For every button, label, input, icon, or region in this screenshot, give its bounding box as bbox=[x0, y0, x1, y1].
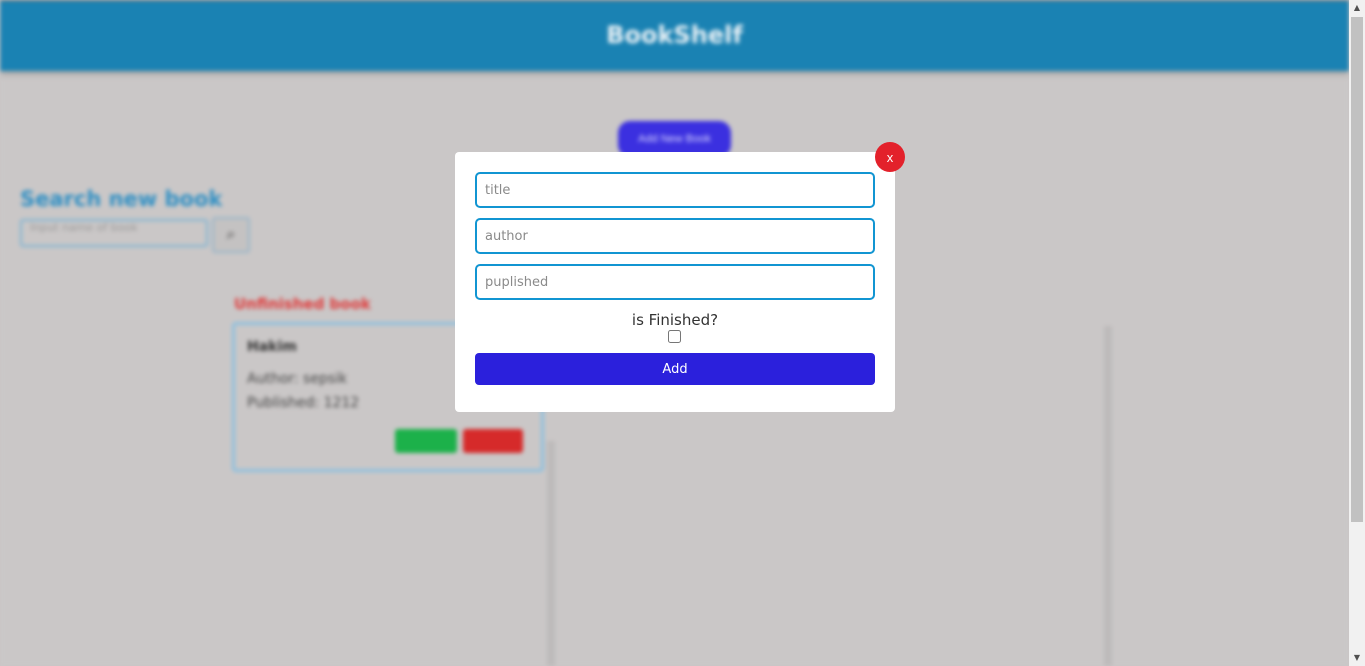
scroll-up-icon[interactable]: ▲ bbox=[1349, 0, 1365, 16]
add-book-modal: is Finished? Add bbox=[455, 152, 895, 412]
mark-finished-button[interactable] bbox=[395, 429, 457, 453]
book-published: Published: 1212 bbox=[247, 395, 360, 411]
published-input[interactable] bbox=[475, 264, 875, 300]
book-author: Author: sepsik bbox=[247, 371, 348, 387]
search-input[interactable]: Input name of book bbox=[20, 219, 208, 247]
book-title: Hakim bbox=[247, 339, 297, 355]
scroll-down-icon[interactable]: ▼ bbox=[1349, 650, 1365, 666]
delete-book-button[interactable] bbox=[463, 429, 523, 453]
add-button[interactable]: Add bbox=[475, 353, 875, 385]
author-input[interactable] bbox=[475, 218, 875, 254]
unfinished-shelf-title: Unfinished book bbox=[234, 295, 371, 313]
is-finished-checkbox[interactable] bbox=[668, 330, 681, 343]
close-modal-button[interactable]: x bbox=[875, 142, 905, 172]
shelf-divider bbox=[1104, 326, 1112, 666]
app-header: BookShelf bbox=[0, 1, 1349, 71]
title-input[interactable] bbox=[475, 172, 875, 208]
is-finished-label: is Finished? bbox=[631, 311, 719, 329]
scroll-thumb[interactable] bbox=[1351, 17, 1363, 522]
app-brand: BookShelf bbox=[606, 21, 743, 49]
search-button[interactable]: ⌕ bbox=[212, 217, 250, 253]
shelf-divider bbox=[547, 441, 555, 666]
search-section-title: Search new book bbox=[20, 187, 223, 211]
page-scrollbar[interactable]: ▲ ▼ bbox=[1349, 0, 1365, 666]
search-icon: ⌕ bbox=[226, 224, 236, 243]
